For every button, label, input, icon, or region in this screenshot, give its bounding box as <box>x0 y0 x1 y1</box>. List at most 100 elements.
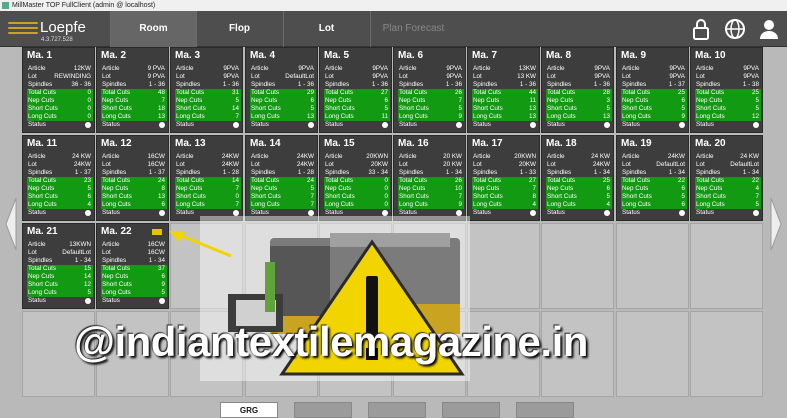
bottom-tab[interactable]: GRG <box>220 402 278 418</box>
stat-row: Spindles 1 - 36 <box>398 81 464 89</box>
stat-label: Status <box>325 121 343 128</box>
stat-label: Spindles <box>102 169 127 176</box>
alarm-indicator-icon[interactable] <box>152 229 162 235</box>
stat-label: Spindles <box>28 81 53 88</box>
stat-label: Article <box>473 65 491 72</box>
stat-value: 12KW <box>73 65 91 72</box>
stat-value: 5 <box>384 105 388 112</box>
machine-card[interactable]: Ma. 3 Article 9PVA Lot 9PVA Spindles 1 - 36 Tot… <box>170 47 243 133</box>
stat-label: Spindles <box>176 81 201 88</box>
machine-card[interactable]: Ma. 1 Article 12KW Lot REWINDING Spindles 36 -… <box>22 47 95 133</box>
stat-label: Spindles <box>622 81 647 88</box>
machine-card[interactable]: Ma. 16 Article 20 KW Lot 20 KW Spindles 1 - 34… <box>393 135 466 221</box>
machine-card[interactable]: Ma. 14 Article 24KW Lot 24KW Spindles 1 - 28 To… <box>245 135 318 221</box>
stat-value: 9PVA <box>372 73 388 80</box>
machine-card[interactable]: Ma. 2 Article 9 PVA Lot 9 PVA Spindles 1 - 36 T… <box>96 47 169 133</box>
stat-row: Spindles 1 - 34 <box>546 169 612 177</box>
machine-card[interactable]: Ma. 8 Article 9PVA Lot 9PVA Spindles 1 - 36 Tot… <box>541 47 614 133</box>
status-icon <box>308 122 314 128</box>
machine-card[interactable]: Ma. 9 Article 9PVA Lot 9PVA Spindles 1 - 37 Tot… <box>616 47 689 133</box>
bottom-tab[interactable] <box>368 402 426 418</box>
machine-stats: Article 9 PVA Lot 9 PVA Spindles 1 - 36 Total … <box>101 65 167 129</box>
stat-label: Long Cuts <box>325 113 354 120</box>
machine-card[interactable]: Ma. 12 Article 16CW Lot 16CW Spindles 1 - 37 To… <box>96 135 169 221</box>
prev-page-arrow-icon[interactable] <box>4 196 18 252</box>
stat-row: Nep Cuts 4 <box>695 185 761 193</box>
stat-value: 20 KW <box>443 161 462 168</box>
stat-label: Nep Cuts <box>622 97 649 104</box>
machine-card[interactable]: Ma. 15 Article 20KWN Lot 20KW Spindles 33 - 34… <box>319 135 392 221</box>
stat-value: 18 <box>157 105 165 112</box>
lock-icon[interactable] <box>690 18 712 40</box>
status-icon <box>382 122 388 128</box>
stat-value: 9 <box>458 113 462 120</box>
app-icon <box>2 2 9 9</box>
stat-value: 11 <box>381 113 388 120</box>
tab-lot[interactable]: Lot <box>283 11 369 47</box>
stat-label: Long Cuts <box>251 113 280 120</box>
machine-card[interactable]: Ma. 17 Article 20KWN Lot 20KW Spindles 1 - 33 T… <box>467 135 540 221</box>
stat-row: Long Cuts 12 <box>695 113 761 121</box>
tab-room[interactable]: Room <box>110 11 196 47</box>
machine-card[interactable]: Ma. 18 Article 24 KW Lot 24KW Spindles 1 - 34 T… <box>541 135 614 221</box>
stat-label: Lot <box>28 161 37 168</box>
stat-row: Status <box>250 121 316 129</box>
machine-card[interactable]: Ma. 5 Article 9PVA Lot 9PVA Spindles 1 - 36 Tot… <box>319 47 392 133</box>
machine-card[interactable]: Ma. 11 Article 24 KW Lot 24KW Spindles 1 - 37 T… <box>22 135 95 221</box>
stat-label: Article <box>473 153 491 160</box>
stat-value: 13 <box>528 113 536 120</box>
stat-label: Total Cuts <box>28 265 56 272</box>
bottom-tab[interactable] <box>442 402 500 418</box>
stat-value: 4 <box>606 201 610 208</box>
stat-value: REWINDING <box>54 73 91 80</box>
machine-card[interactable]: Ma. 21 Article 13KWN Lot DefaultLot Spindles 1… <box>22 223 95 309</box>
machine-card[interactable]: Ma. 13 Article 24KW Lot 24KW Spindles 1 - 28 To… <box>170 135 243 221</box>
bottom-tab[interactable] <box>294 402 352 418</box>
stat-row: Total Cuts 15 <box>27 265 93 273</box>
next-page-arrow-icon[interactable] <box>769 196 783 252</box>
stat-label: Short Cuts <box>547 193 577 200</box>
stat-row: Total Cuts 26 <box>398 89 464 97</box>
stat-row: Article 13KWN <box>27 241 93 249</box>
stat-label: Total Cuts <box>102 265 130 272</box>
stat-row: Long Cuts 4 <box>472 201 538 209</box>
machine-card[interactable]: Ma. 22 Article 16CW Lot 16CW Spindles 1 - 34 To… <box>96 223 169 309</box>
stat-label: Total Cuts <box>176 89 204 96</box>
stat-row: Lot 13 KW <box>472 73 538 81</box>
stat-label: Lot <box>28 249 37 256</box>
machine-card[interactable]: Ma. 20 Article 24 KW Lot DefaultLot Spindles 1… <box>690 135 763 221</box>
stat-row: Spindles 1 - 37 <box>27 169 93 177</box>
stat-label: Nep Cuts <box>251 185 278 192</box>
stat-row: Status <box>546 121 612 129</box>
machine-card[interactable]: Ma. 19 Article 24KW Lot DefaultLot Spindles 1 … <box>616 135 689 221</box>
stat-value: 6 <box>384 97 388 104</box>
stat-label: Short Cuts <box>251 105 281 112</box>
stat-label: Nep Cuts <box>473 97 500 104</box>
stat-row: Long Cuts 9 <box>621 113 687 121</box>
machine-stats: Article 24KW Lot 24KW Spindles 1 - 28 Total Cu… <box>175 153 241 217</box>
stat-value: 12 <box>83 281 91 288</box>
stat-row: Lot 20KW <box>324 161 390 169</box>
stat-value: 4 <box>532 201 536 208</box>
stat-row: Article 20KWN <box>472 153 538 161</box>
machine-card[interactable]: Ma. 10 Article 9PVA Lot 9PVA Spindles 1 - 38 To… <box>690 47 763 133</box>
stat-row: Article 20 KW <box>398 153 464 161</box>
machine-card[interactable]: Ma. 6 Article 9PVA Lot 9PVA Spindles 1 - 36 Tot… <box>393 47 466 133</box>
stat-label: Nep Cuts <box>399 185 426 192</box>
stat-label: Status <box>473 209 491 216</box>
stat-label: Nep Cuts <box>696 185 723 192</box>
machine-card[interactable]: Ma. 7 Article 13KW Lot 13 KW Spindles 1 - 36 To… <box>467 47 540 133</box>
stat-label: Nep Cuts <box>325 97 352 104</box>
machine-card[interactable]: Ma. 4 Article 9PVA Lot DefaultLot Spindles 1 -… <box>245 47 318 133</box>
stat-row: Article 13KW <box>472 65 538 73</box>
stat-value: 1 - 36 <box>148 81 165 88</box>
bottom-tab[interactable] <box>516 402 574 418</box>
tab-flop[interactable]: Flop <box>196 11 282 47</box>
user-icon[interactable] <box>758 18 780 40</box>
stat-label: Nep Cuts <box>102 97 129 104</box>
globe-icon[interactable] <box>724 18 746 40</box>
stat-value: 3 <box>606 97 610 104</box>
stat-value: 24 KW <box>740 153 759 160</box>
stat-label: Lot <box>622 73 631 80</box>
stat-label: Short Cuts <box>28 281 58 288</box>
